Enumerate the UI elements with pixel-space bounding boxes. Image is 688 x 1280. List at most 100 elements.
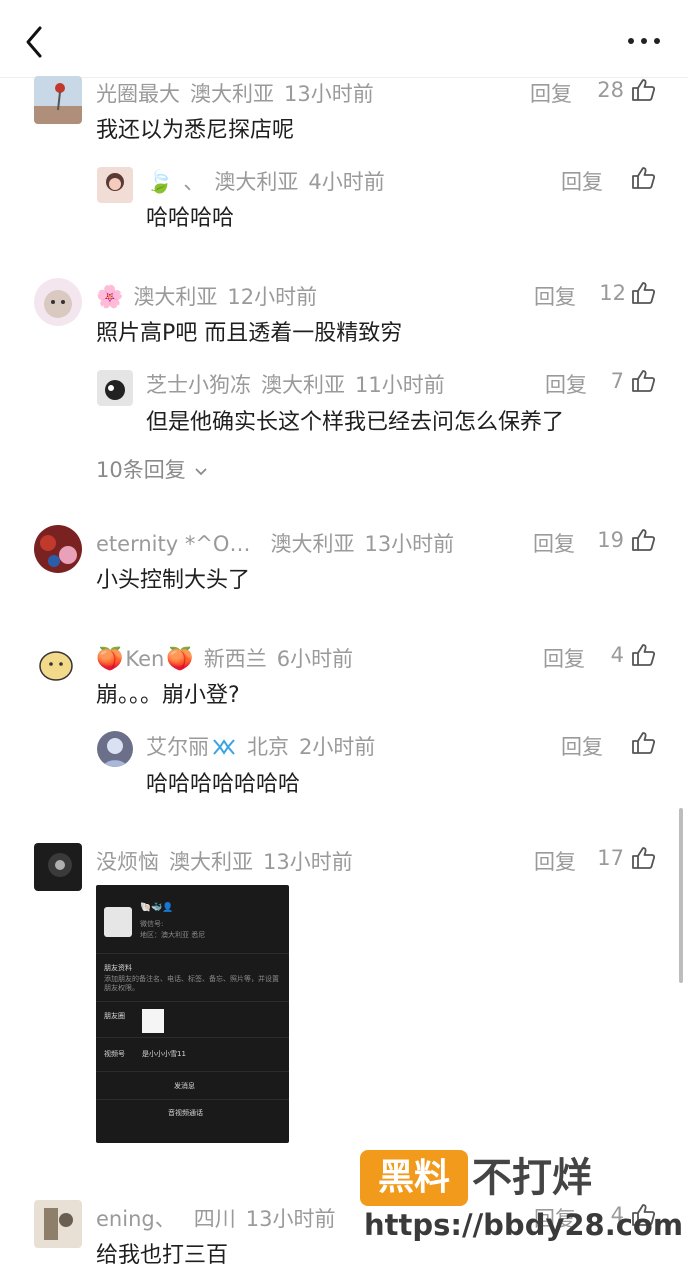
reply-text: 哈哈哈哈 xyxy=(146,206,235,231)
reply-button[interactable]: 回复 xyxy=(561,731,603,761)
reply-button[interactable]: 回复 xyxy=(561,166,603,196)
comment-text: 照片高P吧 而且透着一股精致穷 xyxy=(96,321,403,346)
send-message-label: 发消息 xyxy=(174,1082,195,1090)
username[interactable]: 没烦恼 xyxy=(96,850,159,874)
channels-value: 是小小小雪11 xyxy=(142,1050,186,1058)
avatar[interactable] xyxy=(34,278,82,326)
region: 澳大利亚 xyxy=(214,170,299,194)
avatar[interactable] xyxy=(97,731,133,767)
avatar[interactable] xyxy=(97,370,133,406)
region: 北京 xyxy=(247,735,289,759)
avatar[interactable] xyxy=(34,1200,82,1248)
thumbs-up-icon[interactable] xyxy=(630,368,656,394)
reply-button[interactable]: 回复 xyxy=(533,528,575,558)
thumbs-up-icon[interactable] xyxy=(630,527,656,553)
like-count: 4 xyxy=(610,643,624,667)
avatar[interactable] xyxy=(34,843,82,891)
chevron-down-icon xyxy=(195,468,208,476)
region: 新西兰 xyxy=(203,647,267,671)
username[interactable]: ening、 xyxy=(96,1207,176,1231)
friend-info-desc: 添加朋友的备注名、电话、标签、备忘、照片等，并设置朋友权限。 xyxy=(104,975,279,992)
comment-text: 我还以为悉尼探店呢 xyxy=(96,118,295,143)
region: 澳大利亚 xyxy=(261,373,345,397)
avatar[interactable] xyxy=(97,167,133,203)
watermark-url: https://bbdy28.com xyxy=(364,1208,684,1242)
reply-button[interactable]: 回复 xyxy=(543,643,585,673)
username[interactable]: 光圈最大 xyxy=(96,82,180,106)
friend-info-label: 朋友资料 xyxy=(104,964,132,972)
region: 澳大利亚 xyxy=(169,850,253,874)
like-count: 17 xyxy=(597,846,624,870)
top-bar xyxy=(0,0,688,78)
avatar[interactable] xyxy=(34,525,82,573)
like-count: 7 xyxy=(610,369,624,393)
timestamp: 11小时前 xyxy=(355,373,445,397)
reply-button[interactable]: 回复 xyxy=(530,78,572,108)
reply-meta: 艾尔丽 北京 2小时前 xyxy=(146,731,385,761)
thumbs-up-icon[interactable] xyxy=(630,165,656,191)
avatar[interactable] xyxy=(34,640,82,688)
thumbs-up-icon[interactable] xyxy=(630,730,656,756)
timestamp: 4小时前 xyxy=(308,170,385,194)
watermark-title: 不打烊 xyxy=(472,1155,592,1201)
reply-meta: 🍃 、澳大利亚 4小时前 xyxy=(146,166,395,196)
more-options-button[interactable] xyxy=(624,30,664,52)
video-call-label: 音视频通话 xyxy=(168,1109,203,1117)
username[interactable]: 艾尔丽 xyxy=(146,735,209,759)
username[interactable]: 、 xyxy=(183,170,204,194)
reply-button[interactable]: 回复 xyxy=(545,369,587,399)
like-count: 19 xyxy=(597,528,624,552)
timestamp: 13小时前 xyxy=(263,850,353,874)
leaf-icon: 🍃 xyxy=(146,170,174,195)
comment-meta: 🍑Ken🍑 新西兰 6小时前 xyxy=(96,643,363,673)
peach-icon: 🍑 xyxy=(96,647,124,672)
thumbs-up-icon[interactable] xyxy=(630,642,656,668)
profile-photo xyxy=(104,907,132,937)
like-count: 12 xyxy=(599,281,626,305)
moments-thumbnail xyxy=(142,1009,164,1033)
more-dots-icon xyxy=(628,38,660,44)
thumbs-up-icon[interactable] xyxy=(630,77,656,103)
expand-replies-button[interactable]: 10条回复 xyxy=(96,454,208,484)
timestamp: 2小时前 xyxy=(299,735,376,759)
thumbs-up-icon[interactable] xyxy=(630,280,656,306)
verified-badge-icon xyxy=(213,739,235,755)
timestamp: 13小时前 xyxy=(364,532,455,556)
region: 澳大利亚 xyxy=(133,285,218,309)
more-replies-label: 10条回复 xyxy=(96,458,186,482)
moments-label: 朋友圈 xyxy=(104,1012,125,1020)
comment-meta: ening、 四川 13小时前 xyxy=(96,1203,345,1233)
region-line: 地区：澳大利亚 悉尼 xyxy=(140,931,206,939)
comment-text: 崩。。。崩小登? xyxy=(96,683,240,708)
region: 澳大利亚 xyxy=(190,82,274,106)
reply-text: 但是他确实长这个样我已经去问怎么保养了 xyxy=(146,410,565,435)
timestamp: 6小时前 xyxy=(276,647,354,671)
comment-text: 给我也打三百 xyxy=(96,1243,229,1268)
username[interactable]: Ken xyxy=(125,647,164,671)
timestamp: 13小时前 xyxy=(284,82,374,106)
back-button[interactable] xyxy=(18,22,52,62)
timestamp: 13小时前 xyxy=(245,1207,336,1231)
like-count: 28 xyxy=(597,78,624,102)
username[interactable]: 芝士小狗冻 xyxy=(146,373,251,397)
scrollbar[interactable] xyxy=(679,808,683,983)
watermark: 黑料 不打烊 https://bbdy28.com xyxy=(360,1150,683,1250)
region: 澳大利亚 xyxy=(270,532,355,556)
timestamp: 12小时前 xyxy=(227,285,318,309)
peach-icon: 🍑 xyxy=(166,647,194,672)
comment-text: 小头控制大头了 xyxy=(96,568,251,593)
channels-label: 视频号 xyxy=(104,1050,125,1058)
thumbs-up-icon[interactable] xyxy=(630,845,656,871)
avatar[interactable] xyxy=(34,76,82,124)
reply-meta: 芝士小狗冻 澳大利亚 11小时前 xyxy=(146,369,455,399)
comment-meta: 🌸 澳大利亚 12小时前 xyxy=(96,281,327,311)
emoji-name-icon: 🐚🐳👤 xyxy=(140,903,174,913)
watermark-badge: 黑料 xyxy=(360,1150,468,1206)
chevron-left-icon xyxy=(26,26,42,58)
username[interactable]: eternity *^O… xyxy=(96,532,250,556)
flower-icon: 🌸 xyxy=(96,285,124,310)
reply-text: 哈哈哈哈哈哈哈 xyxy=(146,772,301,797)
reply-button[interactable]: 回复 xyxy=(534,281,576,311)
comment-image[interactable]: 🐚🐳👤 微信号: 地区：澳大利亚 悉尼 朋友资料 添加朋友的备注名、电话、标签、… xyxy=(96,885,289,1143)
reply-button[interactable]: 回复 xyxy=(534,846,576,876)
